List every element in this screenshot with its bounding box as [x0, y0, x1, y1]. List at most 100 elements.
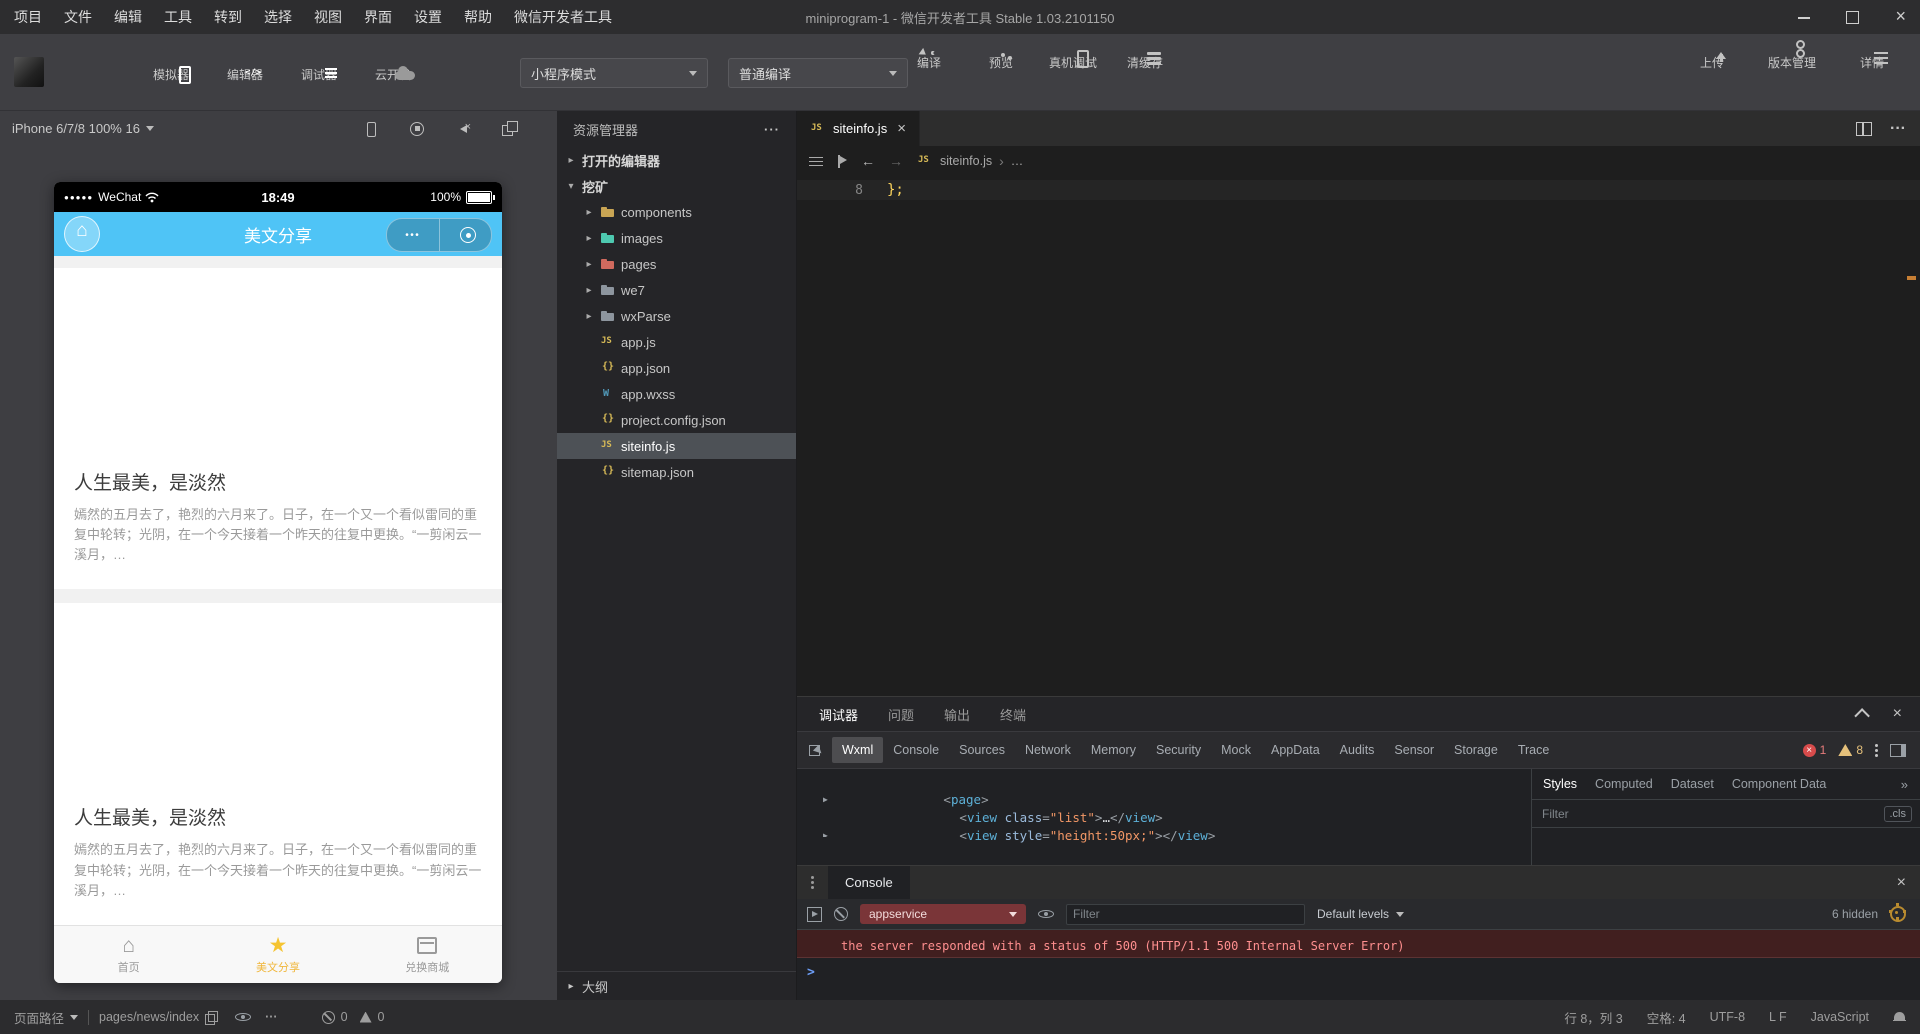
add-class-button[interactable]: .cls [1883, 805, 1912, 822]
devtools-tab[interactable]: Memory [1081, 737, 1146, 763]
tree-item[interactable]: siteinfo.js [557, 433, 796, 459]
tree-item[interactable]: ▸ 打开的编辑器 [557, 147, 796, 173]
panel-tab[interactable]: 问题 [888, 705, 914, 724]
mode-dropdown[interactable]: 小程序模式 [520, 58, 708, 88]
menu-item[interactable]: 选择 [264, 7, 292, 27]
toolbar-right-button[interactable]: 版本管理 [1764, 49, 1820, 71]
clear-console-icon[interactable] [834, 907, 848, 921]
toolbar-action-button[interactable]: 预览 [970, 49, 1032, 71]
drag-handle-icon[interactable] [811, 876, 814, 879]
toolbar-right-button[interactable]: 上传 [1684, 49, 1740, 71]
menu-item[interactable]: 文件 [64, 7, 92, 27]
preview-eye-icon[interactable] [235, 1010, 252, 1024]
devtools-tab[interactable]: Trace [1508, 737, 1560, 763]
article-card[interactable]: 人生最美，是淡然 嫣然的五月去了，艳烈的六月来了。日子，在一个又一个看似雷同的重… [54, 603, 502, 925]
tree-item[interactable]: ▸ images [557, 225, 796, 251]
styles-tab[interactable]: Component Data [1723, 777, 1836, 791]
menu-item[interactable]: 转到 [214, 7, 242, 27]
close-tab-icon[interactable] [897, 120, 906, 137]
toolbar-right-button[interactable]: 详情 [1844, 49, 1900, 71]
toolbar-action-button[interactable]: 编译 [898, 49, 960, 71]
close-panel-icon[interactable] [1893, 705, 1902, 723]
execution-context-dropdown[interactable]: appservice [860, 904, 1026, 924]
more-actions-icon[interactable] [265, 1010, 278, 1024]
stop-icon[interactable] [409, 121, 425, 137]
user-avatar[interactable] [14, 57, 44, 87]
maximize-icon[interactable] [1846, 10, 1860, 24]
tree-item[interactable]: ▸ components [557, 199, 796, 225]
menu-item[interactable]: 界面 [364, 7, 392, 27]
wxml-node[interactable]: ▶<view class="tab-bar" style="color: #00… [797, 827, 1531, 837]
navigate-back-icon[interactable] [861, 153, 875, 169]
more-menu-icon[interactable] [1875, 743, 1878, 747]
more-actions-icon[interactable] [1890, 120, 1906, 138]
panel-tab[interactable]: 调试器 [819, 705, 858, 724]
notifications-bell-icon[interactable] [1893, 1011, 1906, 1024]
eol-setting[interactable]: L F [1769, 1010, 1787, 1024]
devtools-tab[interactable]: Mock [1211, 737, 1261, 763]
split-editor-icon[interactable] [1856, 121, 1873, 136]
popup-window-icon[interactable] [501, 120, 518, 137]
devtools-tab[interactable]: Network [1015, 737, 1081, 763]
language-mode[interactable]: JavaScript [1811, 1010, 1869, 1024]
view-toggle-button[interactable]: 调试器 [290, 61, 348, 83]
devtools-tab[interactable]: Security [1146, 737, 1211, 763]
tree-item[interactable]: ▸ we7 [557, 277, 796, 303]
inspect-element-icon[interactable] [809, 743, 824, 758]
encoding-setting[interactable]: UTF-8 [1710, 1010, 1745, 1024]
phone-tab[interactable]: 兑换商城 [353, 926, 502, 983]
log-levels-dropdown[interactable]: Default levels [1317, 907, 1405, 921]
indentation-setting[interactable]: 空格: 4 [1647, 1008, 1686, 1027]
home-button[interactable] [64, 216, 100, 252]
menu-item[interactable]: 视图 [314, 7, 342, 27]
menu-item[interactable]: 工具 [164, 7, 192, 27]
panel-tab[interactable]: 输出 [944, 705, 970, 724]
minimize-icon[interactable] [1798, 16, 1811, 19]
more-menu-icon[interactable] [387, 219, 440, 251]
error-count-badge[interactable]: 1 [1802, 743, 1826, 757]
view-toggle-button[interactable]: 云开发 [364, 61, 422, 83]
menu-item[interactable]: 编辑 [114, 7, 142, 27]
bookmark-icon[interactable] [837, 154, 847, 168]
devtools-tab[interactable]: Audits [1330, 737, 1385, 763]
dock-side-icon[interactable] [1890, 743, 1906, 757]
devtools-tab[interactable]: Console [883, 737, 949, 763]
page-path-selector[interactable]: 页面路径 [14, 1008, 79, 1027]
menu-item[interactable]: 帮助 [464, 7, 492, 27]
phone-tab[interactable]: 首页 [54, 926, 203, 983]
toolbar-action-button[interactable]: 清缓存 [1114, 49, 1176, 71]
tree-item[interactable]: app.json [557, 355, 796, 381]
problems-indicator[interactable]: 0 0 [321, 1010, 385, 1024]
editor-tab[interactable]: siteinfo.js [797, 111, 920, 146]
tree-item[interactable]: ▸ wxParse [557, 303, 796, 329]
view-toggle-button[interactable]: 编辑器 [216, 61, 274, 83]
wxml-node[interactable]: <page> [797, 773, 1531, 807]
menu-item[interactable]: 项目 [14, 7, 42, 27]
copy-path-icon[interactable] [205, 1010, 219, 1025]
tree-item[interactable]: app.js [557, 329, 796, 355]
outline-list-icon[interactable] [809, 156, 823, 167]
devtools-tab[interactable]: Sensor [1384, 737, 1444, 763]
styles-filter-input[interactable] [1540, 805, 1876, 822]
menu-item[interactable]: 设置 [414, 7, 442, 27]
breadcrumb[interactable]: siteinfo.js … [917, 153, 1023, 169]
expand-panel-icon[interactable] [1853, 707, 1870, 724]
compile-mode-dropdown[interactable]: 普通编译 [728, 58, 908, 88]
toolbar-action-button[interactable]: 真机调试 [1042, 49, 1104, 71]
exit-circle-icon[interactable] [440, 219, 492, 251]
tree-item[interactable]: ▸ pages [557, 251, 796, 277]
devtools-tab[interactable]: Sources [949, 737, 1015, 763]
warning-count-badge[interactable]: 8 [1838, 743, 1863, 757]
panel-tab[interactable]: 终端 [1000, 705, 1026, 724]
devtools-tab[interactable]: Wxml [832, 737, 884, 763]
outline-section[interactable]: ▸ 大纲 [557, 971, 796, 1000]
styles-tab[interactable]: Computed [1586, 777, 1662, 791]
article-card[interactable]: 人生最美，是淡然 嫣然的五月去了，艳烈的六月来了。日子，在一个又一个看似雷同的重… [54, 268, 502, 590]
styles-tab[interactable]: Dataset [1662, 777, 1723, 791]
code-editor[interactable]: 8 }; [797, 176, 1920, 696]
console-settings-icon[interactable] [1890, 903, 1906, 922]
view-toggle-button[interactable]: 模拟器 [142, 61, 200, 83]
page-path-value[interactable]: pages/news/index [99, 1010, 199, 1024]
console-prompt[interactable] [797, 958, 1920, 987]
console-tab[interactable]: Console [828, 866, 910, 899]
